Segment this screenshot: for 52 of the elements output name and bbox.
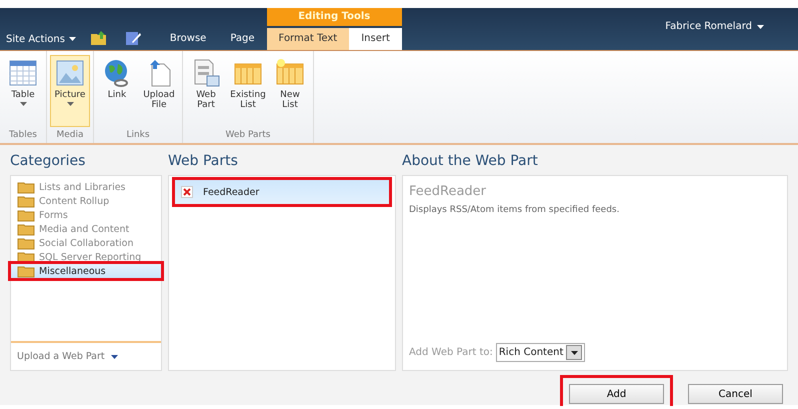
ribbon-tab[interactable]: Format Text	[266, 28, 350, 50]
section-heading: Web Parts	[168, 153, 239, 169]
dialog-button[interactable]: Cancel	[688, 384, 783, 404]
folder-icon	[17, 208, 35, 222]
caret-icon	[20, 102, 26, 106]
ribbon-button[interactable]: Existing List	[228, 55, 268, 127]
group-label: Links	[125, 130, 151, 142]
category-item[interactable]: Forms	[11, 208, 161, 222]
ribbon-button[interactable]: Web Part	[186, 55, 226, 127]
caret-icon	[68, 37, 76, 41]
section-heading: About the Web Part	[402, 153, 539, 169]
web-part-title: FeedReader	[409, 184, 488, 199]
ribbon-tab[interactable]: Insert	[349, 28, 402, 50]
folder-up-icon[interactable]	[90, 30, 108, 46]
caret-icon	[757, 24, 764, 28]
ribbon-button[interactable]: New List	[270, 55, 310, 127]
ribbon-button[interactable]: Upload File	[139, 55, 179, 127]
group-label: Web Parts	[224, 130, 272, 142]
error-icon	[181, 186, 193, 198]
contextual-group-label: Editing Tools	[266, 8, 402, 26]
ribbon-button[interactable]: Picture	[50, 55, 90, 127]
zone-dropdown[interactable]: Rich Content	[496, 343, 586, 362]
edit-page-icon[interactable]	[124, 30, 142, 46]
add-to-label: Add Web Part to:	[409, 347, 493, 358]
group-label: Media	[55, 130, 85, 142]
category-item[interactable]: Media and Content	[11, 222, 161, 236]
ribbon-button[interactable]: Table	[3, 55, 43, 127]
folder-icon	[17, 194, 35, 208]
ribbon-tab[interactable]: Browse	[158, 28, 218, 50]
site-actions-menu[interactable]: Site Actions	[0, 28, 82, 50]
category-item[interactable]: Content Rollup	[11, 194, 161, 208]
upload-link[interactable]: Upload a Web Part	[17, 351, 105, 362]
folder-icon	[17, 264, 35, 278]
group-label: Tables	[8, 130, 38, 142]
web-part-description: Displays RSS/Atom items from specified feeds.	[409, 205, 620, 215]
category-item[interactable]: Lists and Libraries	[11, 180, 161, 194]
folder-icon	[17, 236, 35, 250]
web-part-item[interactable]: FeedReader	[175, 180, 389, 204]
caret-icon	[110, 354, 118, 358]
table-icon	[8, 58, 38, 88]
folder-icon	[17, 222, 35, 236]
user-menu[interactable]: Fabrice Romelard	[659, 20, 770, 33]
ribbon-button[interactable]: Link	[97, 55, 137, 127]
dialog-button[interactable]: Add	[569, 384, 664, 404]
folder-icon	[17, 180, 35, 194]
ribbon-tab[interactable]: Page	[218, 28, 267, 50]
picture-icon	[55, 58, 85, 88]
section-heading: Categories	[10, 153, 86, 169]
caret-icon	[66, 102, 74, 106]
category-item[interactable]: Social Collaboration	[11, 236, 161, 250]
caret-icon	[570, 350, 578, 354]
category-item[interactable]: Miscellaneous	[11, 264, 161, 278]
